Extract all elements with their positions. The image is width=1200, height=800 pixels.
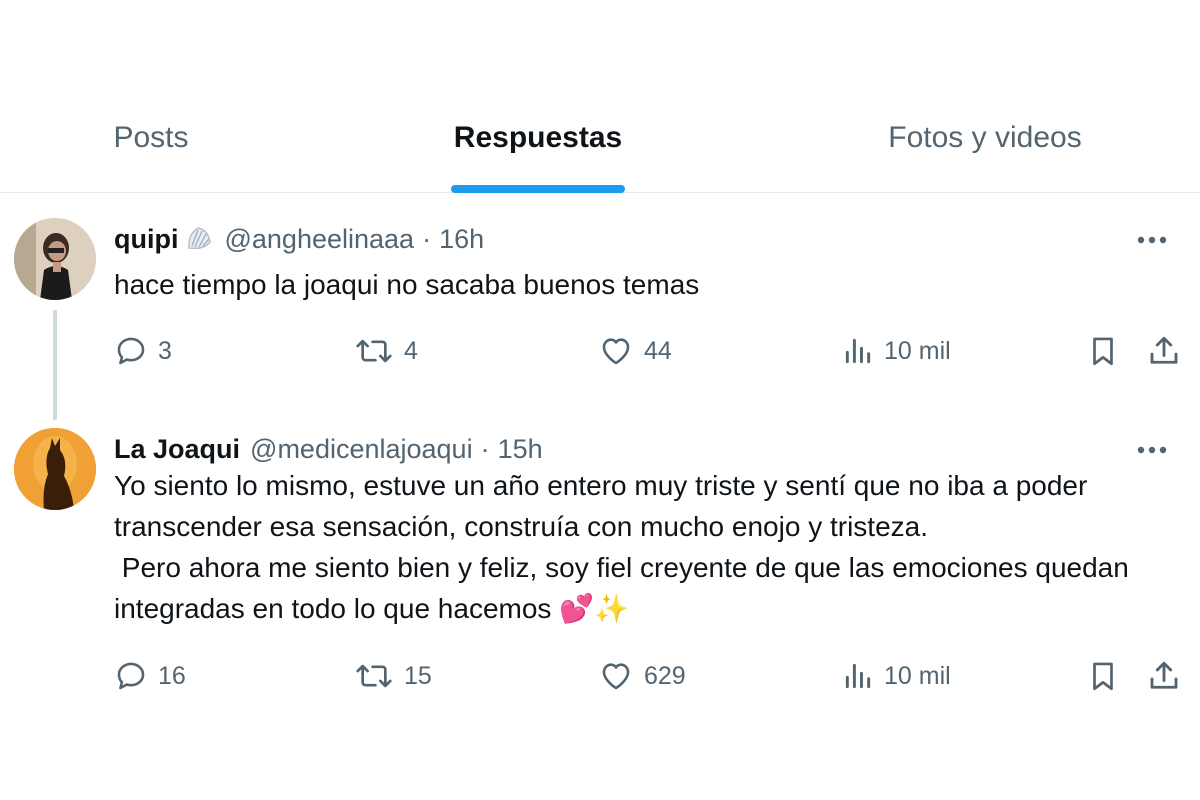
heart-icon (602, 663, 630, 690)
more-horizontal-icon (1137, 236, 1167, 244)
user-handle[interactable]: @medicenlajoaqui (250, 434, 473, 465)
reply-count: 3 (158, 336, 172, 365)
bookmark-button[interactable] (1086, 326, 1120, 376)
tweet-text: hace tiempo la joaqui no sacaba buenos t… (114, 269, 700, 300)
like-button[interactable]: 44 (598, 326, 672, 376)
separator-dot: · (480, 433, 490, 464)
active-tab-indicator (451, 185, 625, 193)
more-options-button[interactable] (1134, 432, 1170, 468)
display-name[interactable]: quipi (114, 224, 178, 255)
views-count: 10 mil (884, 336, 951, 365)
avatar[interactable] (14, 428, 96, 510)
tab-respuestas[interactable]: Respuestas (420, 84, 656, 192)
tab-posts[interactable]: Posts (80, 84, 222, 192)
more-options-button[interactable] (1134, 222, 1170, 258)
bookmark-icon (1093, 337, 1113, 366)
bookmark-button[interactable] (1086, 651, 1120, 701)
retweet-icon (356, 664, 392, 688)
profile-replies-page: Posts Respuestas Fotos y videos quipi @a… (0, 0, 1200, 800)
retweet-count: 15 (404, 661, 432, 690)
timestamp[interactable]: 15h (498, 434, 543, 465)
retweet-icon (356, 339, 392, 363)
reply-count: 16 (158, 661, 186, 690)
shell-icon (188, 227, 212, 250)
views-count: 10 mil (884, 661, 951, 690)
tweet[interactable]: La Joaqui @medicenlajoaqui · 15h Yo sien… (0, 410, 1200, 710)
heart-icon (602, 338, 630, 365)
display-name[interactable]: La Joaqui (114, 434, 240, 465)
reply-icon (117, 337, 145, 365)
share-button[interactable] (1146, 651, 1182, 701)
reply-icon (117, 662, 145, 690)
bookmark-icon (1093, 662, 1113, 691)
avatar-photo (14, 428, 96, 510)
share-icon (1150, 661, 1178, 689)
user-handle[interactable]: @angheelinaaa (224, 224, 414, 255)
like-count: 629 (644, 661, 686, 690)
like-count: 44 (644, 336, 672, 365)
tab-fotos-y-videos[interactable]: Fotos y videos (860, 84, 1110, 192)
retweet-button[interactable]: 15 (354, 651, 432, 701)
profile-tabs: Posts Respuestas Fotos y videos (0, 84, 1200, 193)
views-chart-icon (845, 338, 871, 364)
tweet-header: quipi @angheelinaaa · 16h (114, 220, 484, 258)
more-horizontal-icon (1137, 446, 1167, 454)
share-button[interactable] (1146, 326, 1182, 376)
views-chart-icon (845, 663, 871, 689)
views-button[interactable]: 10 mil (842, 326, 951, 376)
timestamp[interactable]: 16h (439, 224, 484, 255)
tweet-actions: 16 15 629 10 mil (0, 651, 1200, 701)
avatar[interactable] (14, 218, 96, 300)
retweet-button[interactable]: 4 (354, 326, 418, 376)
share-icon (1150, 336, 1178, 364)
views-button[interactable]: 10 mil (842, 651, 951, 701)
separator-dot: · (422, 223, 432, 254)
reply-button[interactable]: 16 (114, 651, 186, 701)
tweet-header: La Joaqui @medicenlajoaqui · 15h (114, 430, 543, 468)
like-button[interactable]: 629 (598, 651, 686, 701)
tweet-text: Yo siento lo mismo, estuve un año entero… (114, 470, 1129, 624)
tweet[interactable]: quipi @angheelinaaa · 16h hace tiempo la… (0, 200, 1200, 420)
avatar-photo (14, 218, 96, 300)
reply-button[interactable]: 3 (114, 326, 172, 376)
retweet-count: 4 (404, 336, 418, 365)
tweet-actions: 3 4 44 10 mil (0, 326, 1200, 376)
